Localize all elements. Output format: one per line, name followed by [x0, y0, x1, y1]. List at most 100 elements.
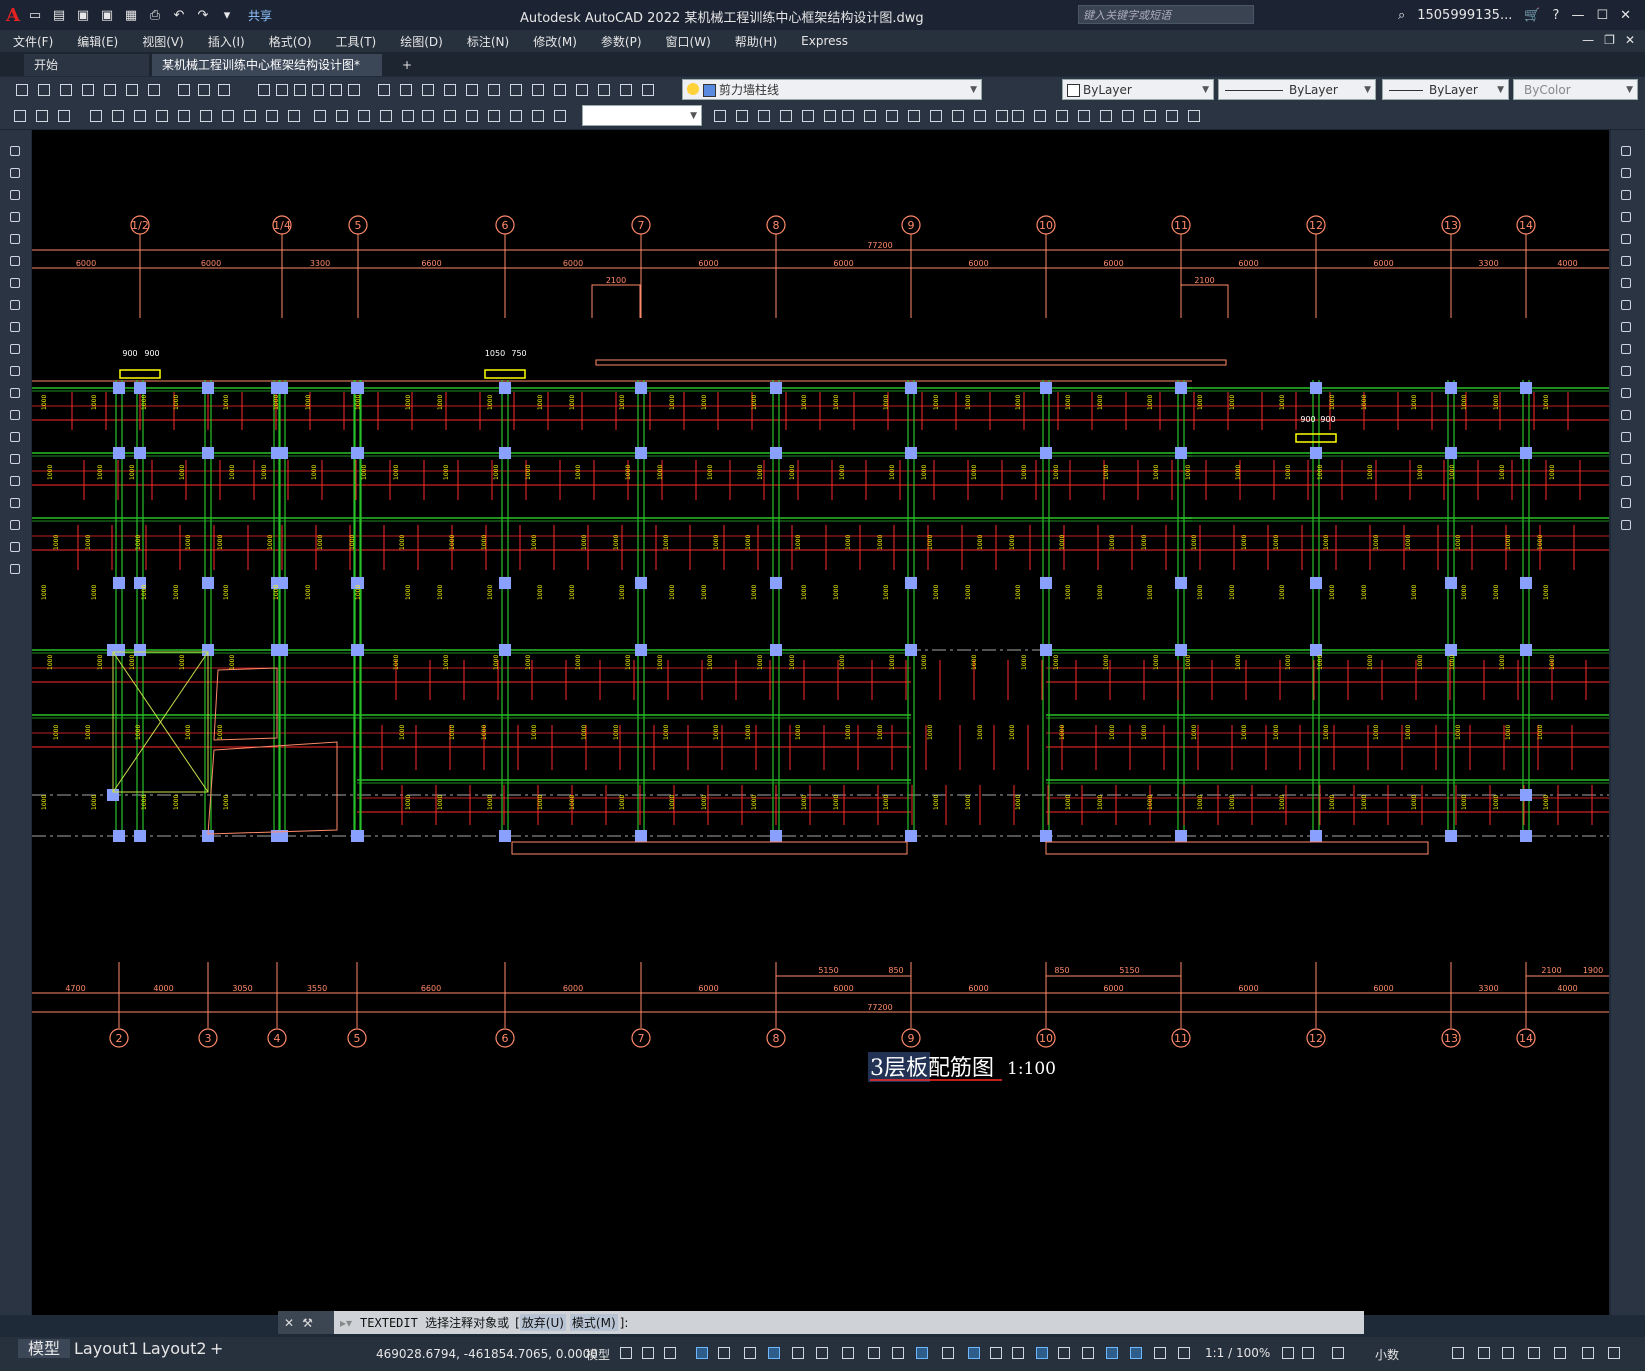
- status-toggle-icon-26[interactable]: [1330, 1345, 1346, 1361]
- menu-item-9[interactable]: 参数(P): [588, 33, 653, 50]
- dimstyle-combo[interactable]: ▼: [582, 105, 702, 126]
- cart-icon[interactable]: 🛒: [1524, 8, 1540, 23]
- status-toggle-icon-19[interactable]: [1080, 1345, 1096, 1361]
- maximize-icon[interactable]: ☐: [1596, 8, 1608, 23]
- doc-minimize-icon[interactable]: —: [1582, 33, 1594, 47]
- doc-close-icon[interactable]: ✕: [1625, 33, 1635, 47]
- layer-combo[interactable]: 剪力墙柱线 ▼: [682, 79, 982, 100]
- dim-tool-icon-46[interactable]: [1164, 108, 1180, 124]
- status-toggle-icon-3[interactable]: [694, 1345, 710, 1361]
- status-toggle-icon-28[interactable]: [1476, 1345, 1492, 1361]
- modify-icon-16[interactable]: [1619, 496, 1634, 511]
- dim-tool-icon-45[interactable]: [1142, 108, 1158, 124]
- std-tool-icon-17[interactable]: [398, 82, 414, 98]
- std-tool-icon-2[interactable]: [58, 82, 74, 98]
- dim-tool-icon-32[interactable]: [862, 108, 878, 124]
- modify-icon-10[interactable]: [1619, 364, 1634, 379]
- dim-tool-icon-25[interactable]: [712, 108, 728, 124]
- std-tool-icon-9[interactable]: [216, 82, 232, 98]
- std-tool-icon-12[interactable]: [292, 82, 308, 98]
- save-as-icon[interactable]: ▣: [98, 6, 116, 24]
- std-tool-icon-10[interactable]: [256, 82, 272, 98]
- search-icon[interactable]: ⌕: [1398, 8, 1405, 23]
- std-tool-icon-20[interactable]: [464, 82, 480, 98]
- draw-icon-18[interactable]: [8, 540, 23, 555]
- std-tool-icon-21[interactable]: [486, 82, 502, 98]
- status-toggle-icon-2[interactable]: [662, 1345, 678, 1361]
- dim-tool-icon-39[interactable]: [1010, 108, 1026, 124]
- modify-icon-17[interactable]: [1619, 518, 1634, 533]
- status-toggle-icon-30[interactable]: [1526, 1345, 1542, 1361]
- dim-tool-icon-7[interactable]: [176, 108, 192, 124]
- std-tool-icon-16[interactable]: [376, 82, 392, 98]
- plot-icon[interactable]: ⎙: [146, 6, 164, 24]
- draw-icon-17[interactable]: [8, 518, 23, 533]
- status-toggle-icon-29[interactable]: [1500, 1345, 1516, 1361]
- cmd-option-mode[interactable]: 模式(M): [569, 1314, 618, 1331]
- modify-icon-3[interactable]: [1619, 210, 1634, 225]
- status-toggle-icon-20[interactable]: [1104, 1345, 1120, 1361]
- dim-tool-icon-33[interactable]: [884, 108, 900, 124]
- modify-icon-11[interactable]: [1619, 386, 1634, 401]
- drawing-canvas[interactable]: 1/2 1/4 5 6 7 8 9 10 11 12 13 14 77200 6000 6000 3300 66…: [32, 130, 1609, 1315]
- dim-tool-icon-24[interactable]: [552, 108, 568, 124]
- modify-icon-9[interactable]: [1619, 342, 1634, 357]
- dim-tool-icon-21[interactable]: [486, 108, 502, 124]
- draw-icon-16[interactable]: [8, 496, 23, 511]
- dim-tool-icon-37[interactable]: [972, 108, 988, 124]
- std-tool-icon-3[interactable]: [80, 82, 96, 98]
- cmd-wrench-icon[interactable]: ⚒: [302, 1316, 313, 1330]
- dim-tool-icon-22[interactable]: [508, 108, 524, 124]
- std-tool-icon-15[interactable]: [346, 82, 362, 98]
- dim-tool-icon-41[interactable]: [1054, 108, 1070, 124]
- menu-item-6[interactable]: 绘图(D): [387, 33, 454, 50]
- std-tool-icon-4[interactable]: [102, 82, 118, 98]
- undo-icon[interactable]: ↶: [170, 6, 188, 24]
- draw-icon-5[interactable]: [8, 254, 23, 269]
- dim-tool-icon-18[interactable]: [420, 108, 436, 124]
- status-toggle-icon-7[interactable]: [790, 1345, 806, 1361]
- std-tool-icon-18[interactable]: [420, 82, 436, 98]
- modify-icon-4[interactable]: [1619, 232, 1634, 247]
- dim-tool-icon-4[interactable]: [110, 108, 126, 124]
- menu-item-2[interactable]: 视图(V): [129, 33, 195, 50]
- draw-icon-15[interactable]: [8, 474, 23, 489]
- status-toggle-icon-4[interactable]: [716, 1345, 732, 1361]
- draw-icon-4[interactable]: [8, 232, 23, 247]
- std-tool-icon-24[interactable]: [552, 82, 568, 98]
- modify-icon-7[interactable]: [1619, 298, 1634, 313]
- new-tab-button[interactable]: +: [392, 54, 416, 76]
- std-tool-icon-23[interactable]: [530, 82, 546, 98]
- doc-restore-icon[interactable]: ❐: [1604, 33, 1615, 47]
- annotation-scale[interactable]: 1:1 / 100%: [1205, 1346, 1270, 1360]
- model-space-button[interactable]: 模型: [586, 1346, 610, 1363]
- tab-drawing[interactable]: 某机械工程训练中心框架结构设计图* ×: [152, 54, 382, 94]
- dim-tool-icon-16[interactable]: [378, 108, 394, 124]
- menu-item-12[interactable]: Express: [788, 34, 859, 48]
- status-toggle-icon-24[interactable]: [1280, 1345, 1296, 1361]
- modify-icon-1[interactable]: [1619, 166, 1634, 181]
- dim-tool-icon-15[interactable]: [356, 108, 372, 124]
- draw-icon-8[interactable]: [8, 320, 23, 335]
- dim-tool-icon-6[interactable]: [154, 108, 170, 124]
- status-toggle-icon-15[interactable]: [988, 1345, 1004, 1361]
- draw-icon-10[interactable]: [8, 364, 23, 379]
- std-tool-icon-1[interactable]: [36, 82, 52, 98]
- draw-icon-3[interactable]: [8, 210, 23, 225]
- dim-tool-icon-11[interactable]: [264, 108, 280, 124]
- status-toggle-icon-23[interactable]: [1176, 1345, 1192, 1361]
- menu-item-7[interactable]: 标注(N): [454, 33, 520, 50]
- status-toggle-icon-5[interactable]: [742, 1345, 758, 1361]
- dim-tool-icon-38[interactable]: [994, 108, 1010, 124]
- std-tool-icon-0[interactable]: [14, 82, 30, 98]
- std-tool-icon-5[interactable]: [124, 82, 140, 98]
- status-toggle-icon-16[interactable]: [1010, 1345, 1026, 1361]
- menu-item-1[interactable]: 编辑(E): [64, 33, 129, 50]
- save-icon[interactable]: ▣: [74, 6, 92, 24]
- dim-tool-icon-12[interactable]: [286, 108, 302, 124]
- status-toggle-icon-6[interactable]: [766, 1345, 782, 1361]
- status-toggle-icon-14[interactable]: [966, 1345, 982, 1361]
- std-tool-icon-14[interactable]: [328, 82, 344, 98]
- dim-tool-icon-14[interactable]: [334, 108, 350, 124]
- std-tool-icon-25[interactable]: [574, 82, 590, 98]
